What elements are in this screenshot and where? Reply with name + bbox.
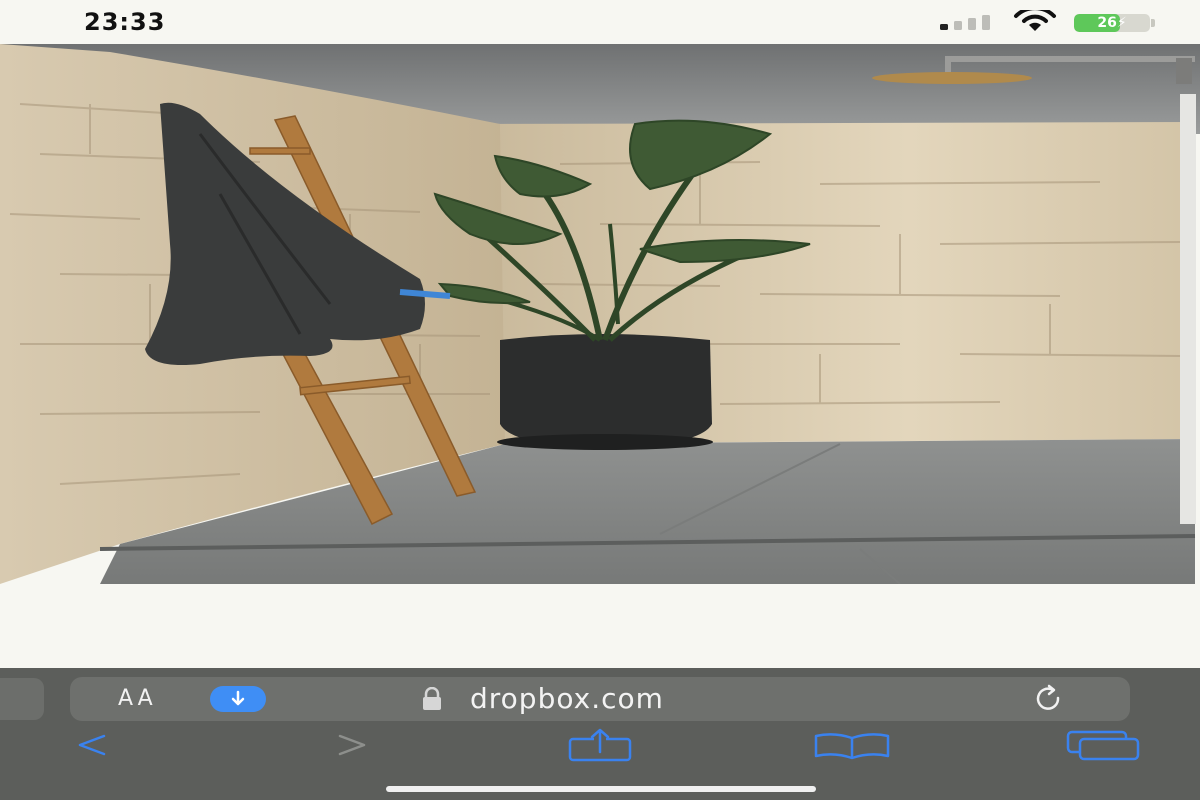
chevron-right-icon[interactable]: [334, 728, 370, 762]
photo-image: [0, 44, 1200, 584]
previous-tab-peek[interactable]: [0, 678, 44, 720]
status-time: 23:33: [84, 8, 166, 36]
lock-icon: [423, 687, 441, 710]
chevron-left-icon[interactable]: [74, 728, 110, 762]
browser-toolbar: AA dropbox.com: [0, 668, 1200, 800]
photo-illustration: [0, 44, 1200, 584]
reader-aa-button[interactable]: AA: [118, 686, 157, 711]
battery-indicator: 26⚡: [1074, 14, 1156, 32]
phone-screen: 23:33 26⚡ AA dropbox.com: [0, 0, 1200, 800]
wifi-icon: [1014, 10, 1056, 31]
battery-level: 26⚡: [1097, 15, 1127, 31]
battery-cap: [1151, 19, 1155, 27]
url-text[interactable]: dropbox.com: [470, 682, 664, 715]
home-indicator[interactable]: [386, 786, 816, 792]
tabs-icon[interactable]: [1066, 728, 1142, 762]
status-bar: 23:33 26⚡: [0, 0, 1200, 44]
signal-bars-icon: [940, 15, 990, 30]
download-icon[interactable]: [210, 686, 266, 712]
reload-icon[interactable]: [1034, 684, 1064, 714]
book-icon[interactable]: [812, 728, 892, 762]
share-icon[interactable]: [568, 728, 632, 762]
